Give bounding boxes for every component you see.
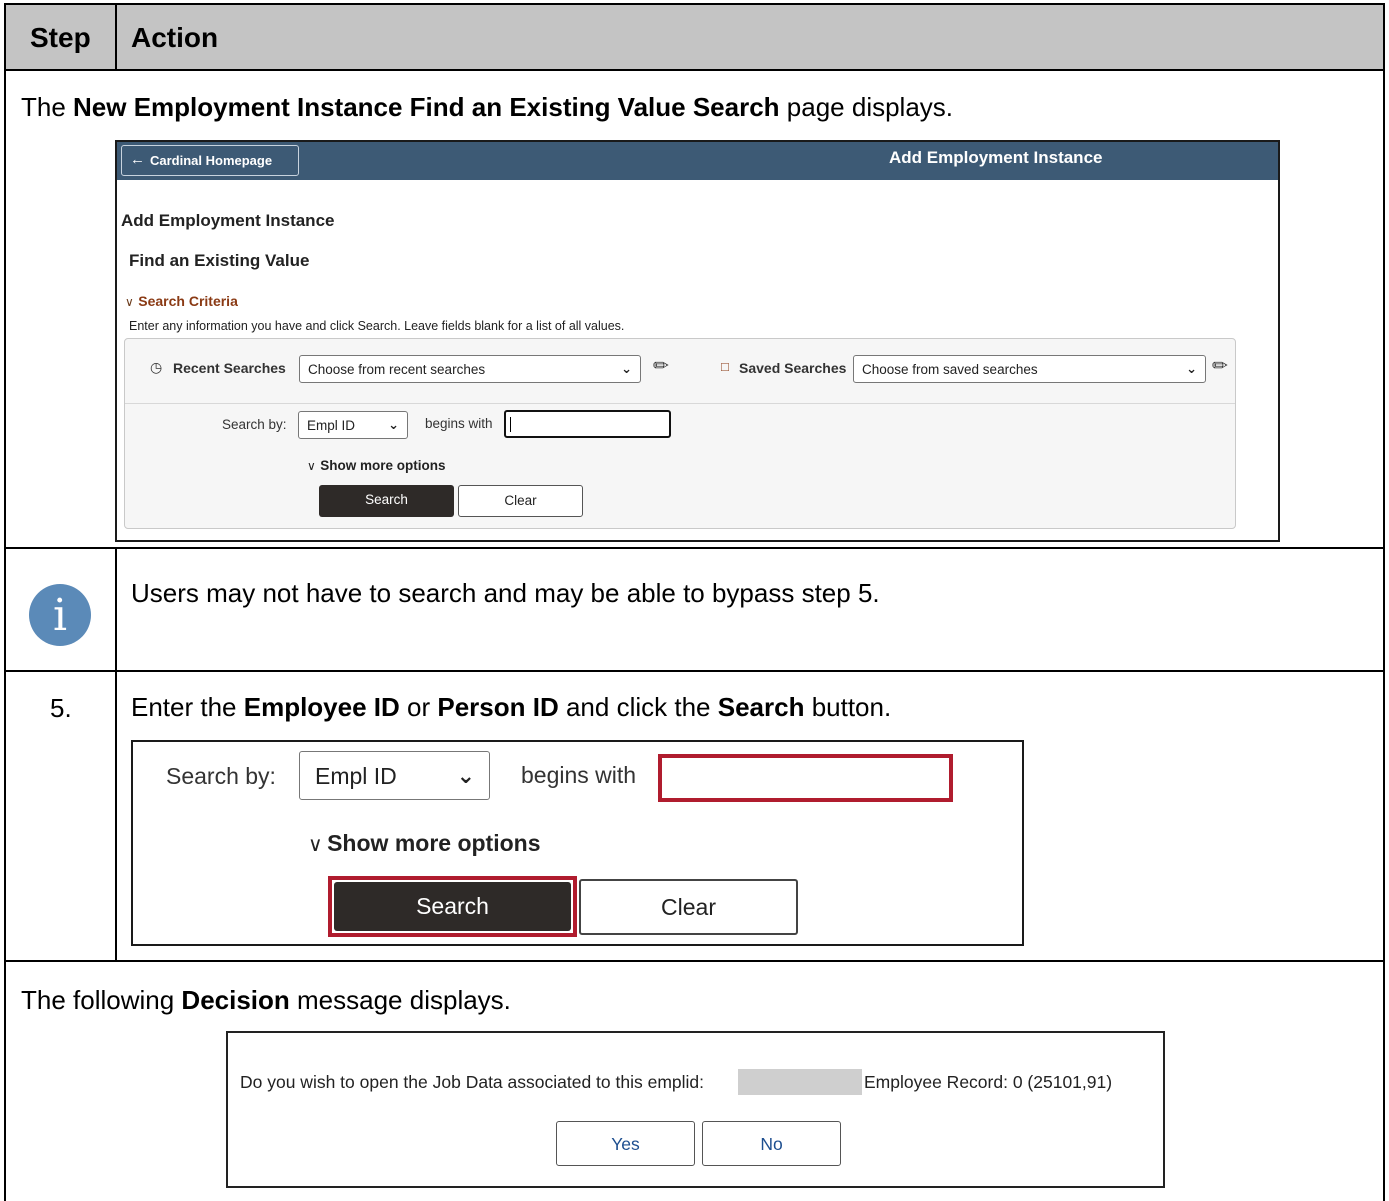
show-more-options-toggle[interactable]: ∨ Show more options: [308, 830, 540, 857]
search-button[interactable]: Search: [334, 882, 571, 931]
decision-dialog: Do you wish to open the Job Data associa…: [226, 1031, 1165, 1188]
intro-paragraph: The New Employment Instance Find an Exis…: [21, 92, 954, 122]
operator-label: begins with: [521, 762, 637, 788]
procedure-document: Step Action The New Employment Instance …: [0, 0, 1389, 1201]
dialog-record: Employee Record: 0 (25101,91): [864, 1072, 1113, 1092]
empl-id-input-highlighted[interactable]: [658, 754, 953, 802]
search-by-select[interactable]: Empl ID ⌄: [298, 411, 408, 439]
section-title: Find an Existing Value: [129, 251, 310, 270]
chevron-down-icon: ∨: [308, 834, 323, 856]
search-page-screenshot: ← Cardinal Homepage Add Employment Insta…: [115, 140, 1280, 542]
edit-pencil-icon[interactable]: ✏: [1212, 355, 1228, 378]
chevron-down-icon: ⌄: [621, 361, 632, 376]
search-instructions: Enter any information you have and click…: [129, 319, 625, 333]
chevron-down-icon: ⌄: [388, 417, 399, 432]
search-by-label: Search by:: [222, 417, 287, 432]
action-column-header: Action: [131, 22, 219, 53]
chevron-down-icon: ∨: [307, 459, 316, 473]
search-by-label: Search by:: [166, 763, 276, 789]
empl-id-input[interactable]: [504, 410, 671, 438]
step-column-header: Step: [30, 22, 91, 53]
clear-button[interactable]: Clear: [458, 485, 583, 517]
recent-searches-icon: ◷: [150, 359, 163, 375]
show-more-options-toggle[interactable]: ∨ Show more options: [307, 457, 446, 475]
chevron-down-icon: ⌄: [1186, 361, 1197, 376]
back-arrow-icon: ←: [130, 151, 145, 168]
chevron-down-icon: ∨: [125, 295, 134, 309]
saved-searches-select[interactable]: Choose from saved searches ⌄: [853, 355, 1206, 383]
step5-instruction: Enter the Employee ID or Person ID and c…: [131, 692, 892, 722]
operator-label: begins with: [425, 416, 493, 431]
yes-button[interactable]: Yes: [556, 1121, 695, 1166]
cardinal-homepage-label: Cardinal Homepage: [150, 153, 273, 168]
decision-intro: The following Decision message displays.: [21, 985, 511, 1015]
dialog-question: Do you wish to open the Job Data associa…: [240, 1072, 705, 1092]
search-criteria-label: Search Criteria: [138, 293, 238, 309]
saved-searches-label: Saved Searches: [739, 360, 847, 376]
bookmark-icon: □: [721, 359, 729, 374]
recent-searches-select[interactable]: Choose from recent searches ⌄: [299, 355, 641, 383]
edit-pencil-icon[interactable]: ✏: [653, 355, 669, 378]
search-criteria-toggle[interactable]: ∨ Search Criteria: [125, 293, 238, 311]
info-icon: i: [29, 584, 91, 646]
redacted-emplid: [738, 1069, 862, 1095]
chevron-down-icon: ⌄: [456, 762, 475, 788]
step-number: 5.: [50, 693, 72, 723]
criteria-panel: ◷ Recent Searches Choose from recent sea…: [124, 338, 1236, 529]
cardinal-homepage-button[interactable]: ← Cardinal Homepage: [121, 145, 299, 176]
page-title: Add Employment Instance: [121, 211, 335, 230]
info-note: Users may not have to search and may be …: [131, 578, 880, 608]
recent-searches-label: Recent Searches: [173, 360, 286, 376]
search-button-highlight: Search: [328, 876, 577, 937]
search-button[interactable]: Search: [319, 485, 454, 517]
search-fields-screenshot: Search by: Empl ID ⌄ begins with ∨ Show …: [131, 740, 1024, 946]
clear-button[interactable]: Clear: [579, 879, 798, 935]
no-button[interactable]: No: [702, 1121, 841, 1166]
search-by-select[interactable]: Empl ID ⌄: [299, 751, 490, 800]
banner-title: Add Employment Instance: [889, 148, 1103, 167]
